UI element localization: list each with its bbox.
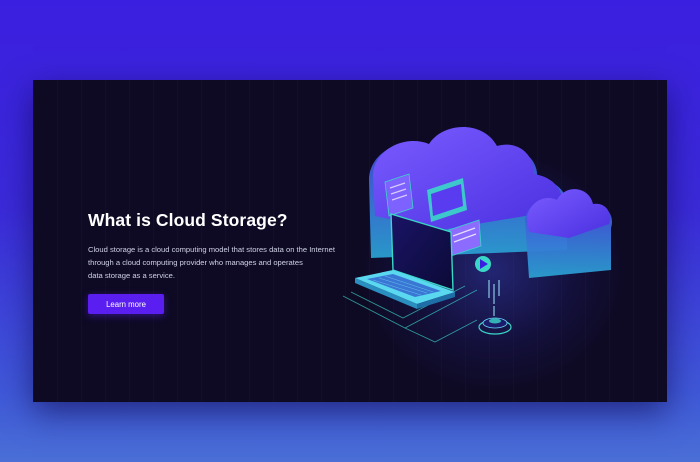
laptop-icon bbox=[355, 213, 455, 309]
play-icon bbox=[475, 256, 491, 272]
cloud-storage-illustration bbox=[342, 127, 613, 343]
document-icon bbox=[384, 173, 414, 217]
data-stream bbox=[488, 280, 500, 316]
hero-banner: What is Cloud Storage? Cloud storage is … bbox=[33, 80, 667, 402]
database-node-icon bbox=[478, 317, 512, 335]
